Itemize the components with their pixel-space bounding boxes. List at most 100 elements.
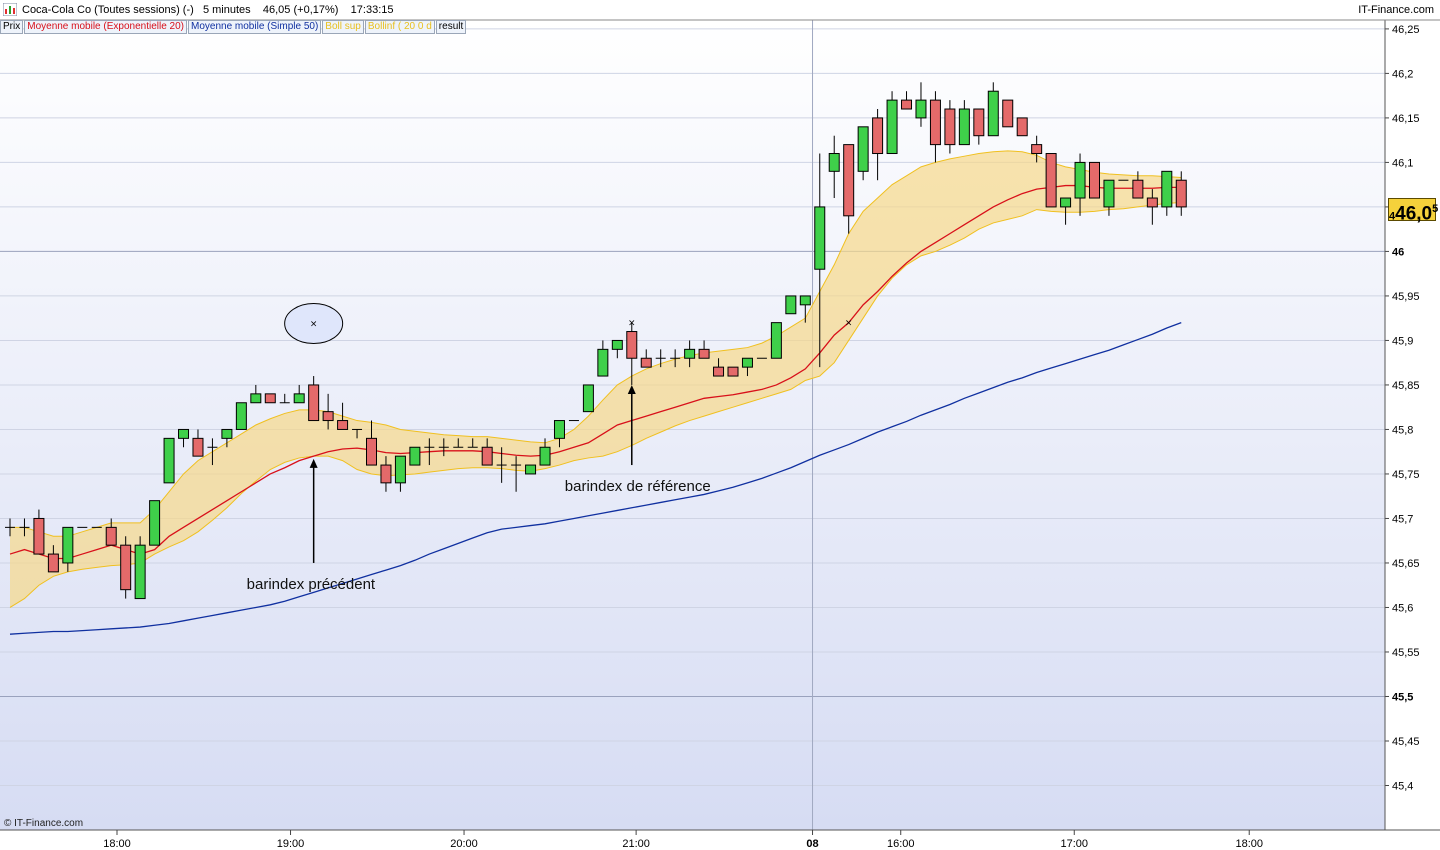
y-tick-label: 46,1 — [1392, 157, 1413, 169]
chart-title: Coca-Cola Co (Toutes sessions) (-) 5 min… — [22, 4, 394, 16]
candle-body-up — [163, 437, 175, 484]
candle-body-down — [322, 411, 334, 422]
candle-body-up — [770, 322, 782, 359]
candle-body-down — [973, 108, 985, 137]
x-tick-label: 18:00 — [1235, 838, 1263, 850]
chart-area[interactable]: 45,4 45,45 45,5 45,55 45,6 45,65 45,7 45,75 45,8… — [0, 0, 1440, 850]
y-tick-label: 45,4 — [1392, 780, 1413, 792]
price-badge-main: 46,0 — [1395, 203, 1433, 225]
candle-body-down — [120, 544, 132, 591]
candle-body-down — [105, 526, 117, 546]
candle — [149, 500, 161, 546]
candle-body-up — [134, 544, 146, 600]
candle-body-up — [394, 455, 406, 484]
candle-body-down — [308, 384, 320, 422]
y-tick-label: 45,5 — [1392, 691, 1413, 703]
y-tick-label: 45,85 — [1392, 380, 1420, 392]
legend-ema20[interactable]: Moyenne mobile (Exponentielle 20) — [24, 20, 187, 34]
candle-body-down — [33, 517, 45, 555]
y-tick-label: 45,6 — [1392, 602, 1413, 614]
y-tick-label: 46 — [1392, 246, 1404, 258]
app-chart-icon — [3, 3, 17, 16]
candle — [235, 402, 247, 430]
legend-result[interactable]: result — [435, 20, 467, 34]
candle-body-up — [539, 446, 551, 466]
x-tick-label: 21:00 — [622, 838, 650, 850]
interval-label: 5 minutes — [202, 4, 251, 16]
candle — [785, 295, 797, 315]
y-tick-label: 45,65 — [1392, 558, 1420, 570]
legend-price[interactable]: Prix — [0, 20, 24, 34]
candle-body-down — [366, 437, 377, 466]
candle-body-down — [929, 99, 941, 146]
y-tick-label: 45,75 — [1392, 469, 1420, 481]
y-tick-label: 46,15 — [1392, 113, 1420, 125]
legend-boll-sup[interactable]: Boll sup — [322, 20, 364, 34]
x-tick-label: 16:00 — [887, 838, 915, 850]
indicator-legend: Prix Moyenne mobile (Exponentielle 20) M… — [0, 20, 467, 34]
candle-body-down — [698, 348, 710, 359]
candle-body-down — [843, 144, 855, 217]
candle-body-up — [1060, 197, 1072, 208]
candle-body-up — [1074, 161, 1086, 199]
candle-body-up — [553, 420, 565, 439]
candle-body-down — [1045, 153, 1057, 208]
candle-body-up — [958, 108, 970, 146]
candle-body-down — [713, 366, 725, 377]
instrument-name: Coca-Cola Co (Toutes sessions) (-) — [22, 4, 194, 16]
y-tick-label: 45,7 — [1392, 513, 1413, 525]
candle — [886, 91, 898, 155]
candle-body-down — [1089, 161, 1100, 199]
candle — [1089, 161, 1100, 199]
brand-label: IT-Finance.com — [1358, 4, 1434, 16]
candle-body-up — [684, 348, 696, 359]
legend-sma50[interactable]: Moyenne mobile (Simple 50) — [188, 20, 322, 34]
candle — [264, 393, 276, 404]
y-tick-label: 45,8 — [1392, 424, 1413, 436]
x-tick-label: 08 — [806, 838, 818, 850]
x-tick-label: 19:00 — [277, 838, 305, 850]
candle — [120, 536, 132, 599]
candle-body-down — [1002, 99, 1014, 128]
candle-body-down — [264, 393, 276, 404]
candle — [409, 446, 421, 466]
candle — [582, 384, 594, 413]
signal-cross-marker: × — [845, 319, 853, 329]
candle-body-up — [250, 393, 262, 404]
annotation-label: barindex précédent — [247, 576, 376, 593]
candle-body-up — [785, 295, 797, 315]
candle-body-up — [857, 126, 869, 172]
candle-body-up — [178, 428, 190, 439]
candle-body-down — [626, 331, 638, 359]
candle-body-up — [886, 99, 898, 155]
candle-body-down — [727, 366, 739, 377]
candle — [727, 366, 739, 377]
candle-body-up — [149, 500, 161, 546]
candle-body-up — [987, 90, 999, 137]
x-tick-label: 20:00 — [450, 838, 478, 850]
candle-body-up — [525, 464, 537, 475]
y-tick-label: 45,9 — [1392, 335, 1413, 347]
annotation-label: barindex de référence — [565, 478, 711, 495]
y-tick-label: 45,45 — [1392, 736, 1420, 748]
candle — [134, 536, 146, 600]
candle-body-up — [221, 428, 233, 439]
candle-body-down — [872, 117, 884, 155]
candle-body-down — [481, 446, 493, 466]
candle-body-down — [1132, 179, 1144, 199]
candle-body-down — [640, 357, 652, 368]
candle-body-up — [799, 295, 811, 306]
candle-body-down — [1175, 179, 1187, 208]
price-change: (+0,17%) — [293, 4, 339, 16]
title-bar: Coca-Cola Co (Toutes sessions) (-) 5 min… — [0, 0, 1440, 20]
candle-body-up — [915, 99, 927, 119]
legend-boll-inf[interactable]: Bollinf ( 20 0 d — [364, 20, 435, 34]
marker-ellipse-cross: × — [310, 320, 318, 330]
x-tick-label: 17:00 — [1060, 838, 1088, 850]
y-tick-label: 45,95 — [1392, 291, 1420, 303]
y-tick-label: 46,25 — [1392, 24, 1420, 36]
last-price-badge: 446,05 — [1388, 198, 1439, 225]
copyright-footer: © IT-Finance.com — [4, 818, 84, 829]
candle — [525, 464, 537, 475]
price-badge-sup: 5 — [1432, 203, 1439, 215]
